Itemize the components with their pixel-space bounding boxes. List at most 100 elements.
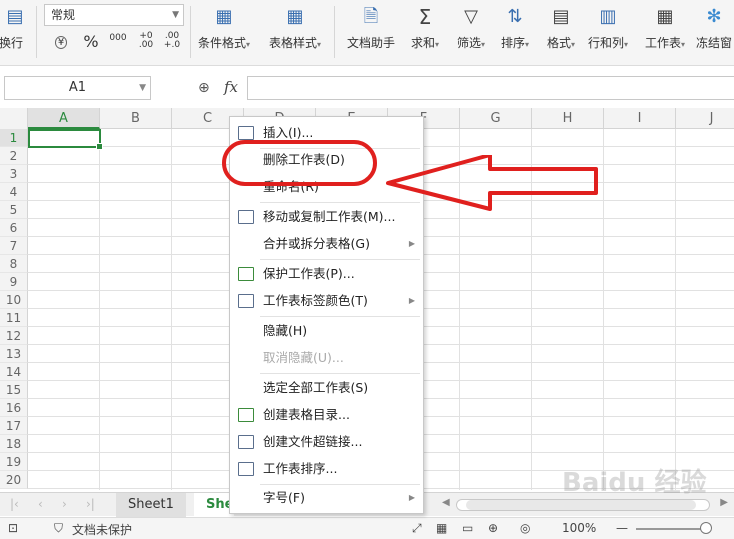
row-header[interactable]: 18 — [0, 435, 28, 453]
menu-item-hide[interactable]: 隐藏(H) — [230, 318, 423, 344]
annotation-arrow — [386, 155, 598, 211]
menu-item-sheet-sort[interactable]: 工作表排序... — [230, 456, 423, 482]
menu-item-select-all-sheets[interactable]: 选定全部工作表(S) — [230, 375, 423, 401]
rows-cols-icon: ▥ — [599, 6, 617, 27]
doc-assistant-icon: 🗎 — [363, 6, 379, 27]
insert-icon — [238, 126, 254, 140]
menu-separator — [260, 259, 420, 260]
number-format-select[interactable]: 常规 ▼ — [44, 4, 184, 26]
filter-button[interactable]: ▽ 筛选▾ — [450, 2, 492, 62]
menu-separator — [260, 373, 420, 374]
row-header[interactable]: 9 — [0, 273, 28, 291]
zoom-formula-icon[interactable]: ⊕ — [198, 80, 214, 96]
row-header[interactable]: 2 — [0, 147, 28, 165]
chevron-down-icon: ▼ — [172, 10, 179, 20]
worksheet-icon: ▦ — [656, 6, 674, 27]
row-header[interactable]: 8 — [0, 255, 28, 273]
doc-assistant-button[interactable]: 🗎 文档助手 — [342, 2, 400, 62]
submenu-arrow-icon: ▶ — [408, 493, 415, 502]
normal-view-icon[interactable]: ▦ — [436, 521, 447, 535]
next-sheet-icon[interactable]: › — [62, 497, 67, 511]
column-header[interactable]: A — [28, 108, 100, 129]
row-header[interactable]: 16 — [0, 399, 28, 417]
active-cell-a1[interactable] — [28, 129, 103, 150]
zoom-level[interactable]: 100% — [562, 521, 596, 535]
wrap-text-button[interactable]: ▤ 换行 — [0, 2, 30, 62]
format-icon: ▤ — [552, 6, 570, 27]
fx-icon[interactable]: fx — [224, 78, 238, 96]
freeze-panes-button[interactable]: ✻ 冻结窗 — [694, 2, 734, 62]
horizontal-scrollbar[interactable]: ◀ ▶ — [436, 497, 730, 513]
formula-input[interactable] — [247, 76, 734, 100]
increase-decimal-button[interactable]: +0 .00 — [134, 32, 158, 52]
zoom-slider-knob[interactable] — [700, 522, 712, 534]
row-header[interactable]: 11 — [0, 309, 28, 327]
macro-record-icon[interactable]: ⊡ — [8, 521, 18, 535]
row-header[interactable]: 17 — [0, 417, 28, 435]
currency-format-button[interactable]: ¥ — [48, 32, 74, 52]
sheet-tab-sheet1[interactable]: Sheet1 — [116, 493, 186, 517]
row-header[interactable]: 13 — [0, 345, 28, 363]
prev-sheet-icon[interactable]: ‹ — [38, 497, 43, 511]
sort-button[interactable]: ⇅ 排序▾ — [494, 2, 536, 62]
scroll-right-icon[interactable]: ▶ — [720, 497, 728, 508]
table-toc-icon — [238, 408, 254, 422]
thousands-separator-button[interactable]: 000 — [106, 34, 130, 54]
first-sheet-icon[interactable]: |‹ — [10, 497, 19, 511]
row-header[interactable]: 1 — [0, 129, 28, 147]
format-button[interactable]: ▤ 格式▾ — [540, 2, 582, 62]
scroll-thumb[interactable] — [466, 500, 696, 510]
name-box[interactable]: A1 ▼ — [4, 76, 151, 100]
menu-item-font-size[interactable]: 字号(F) ▶ — [230, 485, 423, 511]
submenu-arrow-icon: ▶ — [408, 296, 415, 305]
select-all-corner[interactable] — [0, 108, 28, 129]
zoom-out-icon[interactable]: — — [616, 521, 628, 535]
worksheet-button[interactable]: ▦ 工作表▾ — [640, 2, 690, 62]
protect-status-label[interactable]: 文档未保护 — [72, 521, 132, 538]
menu-item-merge-split[interactable]: 合并或拆分表格(G) ▶ — [230, 231, 423, 257]
sum-button[interactable]: Σ 求和▾ — [404, 2, 446, 62]
scroll-left-icon[interactable]: ◀ — [442, 497, 450, 508]
sum-icon: Σ — [418, 5, 432, 29]
column-header[interactable]: I — [604, 108, 676, 129]
row-header[interactable]: 19 — [0, 453, 28, 471]
menu-item-protect-sheet[interactable]: 保护工作表(P)... — [230, 261, 423, 287]
conditional-format-icon: ▦ — [215, 6, 233, 27]
row-header[interactable]: 15 — [0, 381, 28, 399]
column-header[interactable]: H — [532, 108, 604, 129]
row-header[interactable]: 5 — [0, 201, 28, 219]
fullscreen-icon[interactable]: ⤢ — [412, 521, 422, 536]
spreadsheet-app: ▤ 换行 常规 ▼ ¥ % 000 +0 .00 .00 +.0 ▦ 条件格式▾… — [0, 0, 734, 539]
row-header[interactable]: 6 — [0, 219, 28, 237]
last-sheet-icon[interactable]: ›| — [86, 497, 95, 511]
highlight-ellipse — [222, 140, 377, 186]
sheet-tab-active[interactable]: Shee — [194, 493, 234, 517]
row-header[interactable]: 10 — [0, 291, 28, 309]
table-style-button[interactable]: ▦ 表格样式▾ — [264, 2, 326, 62]
column-header[interactable]: J — [676, 108, 734, 129]
currency-icon: ¥ — [54, 36, 68, 49]
sort-icon: ⇅ — [507, 6, 523, 27]
row-header[interactable]: 20 — [0, 471, 28, 489]
eye-protect-icon[interactable]: ◎ — [520, 521, 530, 535]
menu-item-tab-color[interactable]: 工作表标签颜色(T) ▶ — [230, 288, 423, 314]
row-header[interactable]: 12 — [0, 327, 28, 345]
page-layout-icon[interactable]: ▭ — [462, 521, 473, 535]
column-header[interactable]: B — [100, 108, 172, 129]
wrap-text-icon: ▤ — [6, 6, 24, 27]
row-header[interactable]: 14 — [0, 363, 28, 381]
menu-item-create-toc[interactable]: 创建表格目录... — [230, 402, 423, 428]
sheet-sort-icon — [238, 462, 254, 476]
row-header[interactable]: 4 — [0, 183, 28, 201]
rows-cols-button[interactable]: ▥ 行和列▾ — [584, 2, 632, 62]
percent-format-button[interactable]: % — [80, 32, 102, 52]
column-header[interactable]: G — [460, 108, 532, 129]
split-view-icon[interactable]: ⊕ — [488, 521, 498, 535]
menu-item-unhide: 取消隐藏(U)... — [263, 350, 344, 365]
zoom-slider[interactable] — [636, 528, 706, 530]
row-header[interactable]: 3 — [0, 165, 28, 183]
decrease-decimal-button[interactable]: .00 +.0 — [160, 32, 184, 52]
menu-item-create-hyperlink[interactable]: 创建文件超链接... — [230, 429, 423, 455]
conditional-format-button[interactable]: ▦ 条件格式▾ — [196, 2, 252, 62]
row-header[interactable]: 7 — [0, 237, 28, 255]
